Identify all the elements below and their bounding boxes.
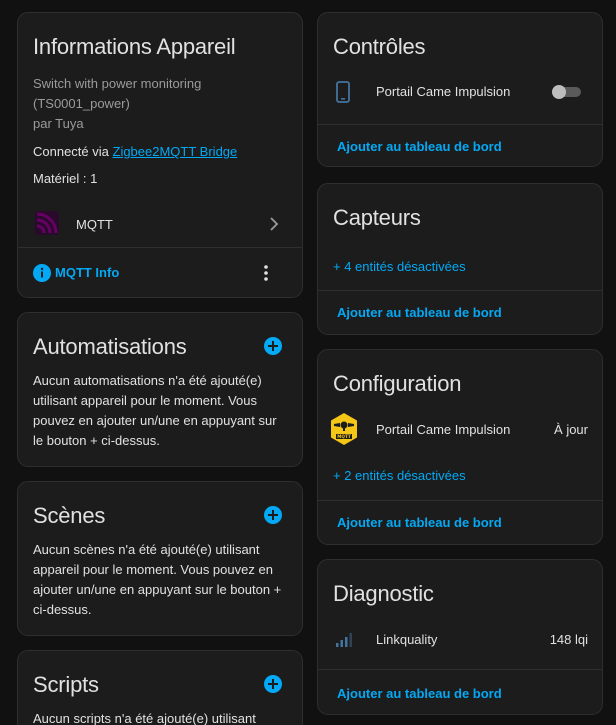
configuration-entity-state: À jour — [554, 422, 588, 437]
svg-text:MQTT: MQTT — [337, 434, 351, 439]
configuration-add-to-dashboard-button[interactable]: Ajouter au tableau de bord — [337, 515, 502, 530]
diagnostic-divider — [318, 669, 602, 670]
integration-label: MQTT — [76, 217, 113, 232]
scenes-card: Scènes Aucun scènes n'a été ajouté(e) ut… — [17, 481, 303, 636]
mqtt-info-label: MQTT Info — [55, 265, 120, 280]
integration-row-mqtt[interactable]: MQTT — [18, 201, 302, 247]
controls-add-to-dashboard-button[interactable]: Ajouter au tableau de bord — [337, 139, 502, 154]
mqtt-logo-icon: MQTT — [328, 412, 360, 446]
add-scene-button[interactable] — [264, 506, 282, 524]
configuration-entity-row[interactable]: MQTT Portail Came Impulsion À jour — [318, 410, 602, 450]
controls-entity-name: Portail Came Impulsion — [376, 84, 511, 99]
connected-via: Connecté via Zigbee2MQTT Bridge — [33, 144, 237, 159]
sensors-add-to-dashboard-button[interactable]: Ajouter au tableau de bord — [337, 305, 502, 320]
info-divider — [18, 247, 302, 248]
entity-toggle-switch[interactable] — [550, 83, 584, 101]
diagnostic-entity-row[interactable]: Linkquality 148 lqi — [318, 624, 602, 654]
device-manufacturer: par Tuya — [33, 116, 84, 131]
sensors-disabled-entities-link[interactable]: + 4 entités désactivées — [333, 259, 466, 274]
configuration-title: Configuration — [333, 371, 462, 396]
signal-icon — [334, 629, 354, 649]
add-script-button[interactable] — [264, 675, 282, 693]
scripts-card: Scripts Aucun scripts n'a été ajouté(e) … — [17, 650, 303, 725]
hardware-version: Matériel : 1 — [33, 171, 98, 186]
sensors-divider — [318, 290, 602, 291]
chevron-right-icon — [268, 216, 280, 232]
zigbee2mqtt-bridge-link[interactable]: Zigbee2MQTT Bridge — [113, 144, 238, 159]
scripts-title: Scripts — [33, 672, 99, 697]
sensors-card: Capteurs + 4 entités désactivées Ajouter… — [317, 183, 603, 335]
diagnostic-entity-state: 148 lqi — [549, 632, 588, 647]
device-info-title: Informations Appareil — [33, 34, 236, 59]
scenes-empty-text: Aucun scènes n'a été ajouté(e) utilisant… — [33, 542, 282, 617]
connected-via-label: Connecté via — [33, 144, 113, 159]
add-automation-button[interactable] — [264, 337, 282, 355]
device-model-id: (TS0001_power) — [33, 96, 130, 111]
automations-card: Automatisations Aucun automatisations n'… — [17, 312, 303, 467]
configuration-divider — [318, 500, 602, 501]
info-circle-icon — [33, 264, 51, 282]
configuration-entity-name: Portail Came Impulsion — [376, 422, 511, 437]
diagnostic-card: Diagnostic Linkquality 148 lqi Ajouter a… — [317, 559, 603, 715]
controls-divider — [318, 124, 602, 125]
diagnostic-add-to-dashboard-button[interactable]: Ajouter au tableau de bord — [337, 686, 502, 701]
device-model: Switch with power monitoring — [33, 76, 202, 91]
mqtt-icon — [35, 211, 59, 235]
device-info-card: Informations Appareil Switch with power … — [17, 12, 303, 298]
configuration-disabled-entities-link[interactable]: + 2 entités désactivées — [333, 468, 466, 483]
controls-card: Contrôles Portail Came Impulsion Ajouter… — [317, 12, 603, 167]
scripts-empty-text: Aucun scripts n'a été ajouté(e) utilisan… — [33, 711, 256, 725]
controls-title: Contrôles — [333, 34, 426, 59]
configuration-card: Configuration MQTT Portail Came Impulsio… — [317, 349, 603, 545]
automations-empty-text: Aucun automatisations n'a été ajouté(e) … — [33, 373, 277, 448]
cellphone-icon — [335, 81, 351, 103]
more-vert-icon[interactable] — [261, 263, 271, 283]
sensors-title: Capteurs — [333, 205, 421, 230]
diagnostic-entity-name: Linkquality — [376, 632, 438, 647]
diagnostic-title: Diagnostic — [333, 581, 434, 606]
automations-title: Automatisations — [33, 334, 187, 359]
scenes-title: Scènes — [33, 503, 106, 528]
